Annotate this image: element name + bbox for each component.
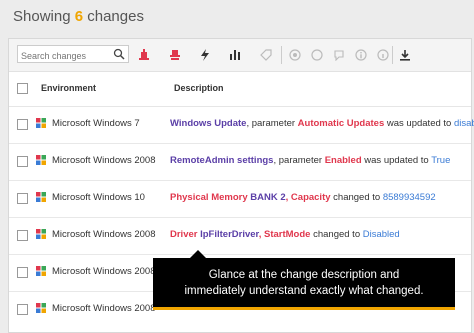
tooltip-line-1: Glance at the change description and bbox=[208, 269, 400, 281]
table-header: Environment Description bbox=[9, 72, 471, 107]
environment-cell: Microsoft Windows 2008 bbox=[52, 229, 156, 240]
search-icon[interactable] bbox=[113, 48, 125, 60]
user-change-icon[interactable] bbox=[167, 47, 183, 63]
table-row[interactable]: Microsoft Windows 7 Windows Update, para… bbox=[9, 107, 474, 144]
windows-icon bbox=[36, 192, 46, 202]
feature-tooltip: Glance at the change description and imm… bbox=[153, 258, 455, 310]
description-cell: Physical Memory BANK 2, Capacity changed… bbox=[170, 192, 436, 203]
comment-icon[interactable] bbox=[331, 47, 347, 63]
table-row[interactable]: Microsoft Windows 2008 RemoteAdmin setti… bbox=[9, 144, 471, 181]
select-all-checkbox[interactable] bbox=[17, 83, 28, 94]
object-name: Physical Memory bbox=[170, 192, 248, 203]
parameter-name: , StartMode bbox=[258, 229, 311, 240]
changes-count-title: Showing 6 changes bbox=[13, 8, 144, 25]
new-value: disabled bbox=[453, 118, 474, 129]
desc-text: , parameter bbox=[246, 118, 298, 129]
environment-cell: Microsoft Windows 2008 bbox=[52, 303, 156, 314]
row-checkbox[interactable] bbox=[17, 304, 28, 315]
desc-text: changed to bbox=[310, 229, 363, 240]
object-sub: IpFilterDriver bbox=[197, 229, 259, 240]
page-header: Showing 6 changes bbox=[0, 0, 474, 38]
windows-icon bbox=[36, 229, 46, 239]
download-icon[interactable] bbox=[397, 47, 413, 63]
title-suffix: changes bbox=[87, 8, 144, 25]
environment-cell: Microsoft Windows 7 bbox=[52, 118, 140, 129]
object-name: RemoteAdmin settings bbox=[170, 155, 274, 166]
info-icon[interactable] bbox=[375, 47, 391, 63]
environment-cell: Microsoft Windows 10 bbox=[52, 192, 145, 203]
help-icon[interactable] bbox=[353, 47, 369, 63]
bar-chart-icon[interactable] bbox=[227, 47, 243, 63]
row-checkbox[interactable] bbox=[17, 156, 28, 167]
environment-cell: Microsoft Windows 2008 bbox=[52, 155, 156, 166]
windows-icon bbox=[36, 303, 46, 313]
windows-icon bbox=[36, 155, 46, 165]
toolbar bbox=[9, 39, 471, 72]
table-row[interactable]: Microsoft Windows 2008 Driver IpFilterDr… bbox=[9, 218, 471, 255]
desc-text: changed to bbox=[330, 192, 383, 203]
change-count: 6 bbox=[74, 8, 84, 25]
row-checkbox[interactable] bbox=[17, 119, 28, 130]
description-cell: Windows Update, parameter Automatic Upda… bbox=[170, 118, 474, 129]
description-cell: RemoteAdmin settings, parameter Enabled … bbox=[170, 155, 450, 166]
add-change-icon[interactable] bbox=[136, 47, 152, 63]
object-name: Driver bbox=[170, 229, 198, 240]
lightning-icon[interactable] bbox=[197, 47, 213, 63]
title-prefix: Showing bbox=[13, 8, 71, 25]
new-value: Disabled bbox=[362, 229, 400, 240]
toolbar-divider-2 bbox=[392, 46, 393, 64]
tag-icon[interactable] bbox=[258, 47, 274, 63]
tooltip-arrow bbox=[190, 250, 206, 258]
row-checkbox[interactable] bbox=[17, 230, 28, 241]
new-value: True bbox=[431, 155, 451, 166]
parameter-name: Automatic Updates bbox=[297, 118, 385, 129]
windows-icon bbox=[36, 118, 46, 128]
status-icon-2[interactable] bbox=[309, 47, 325, 63]
tooltip-line-2: immediately understand exactly what chan… bbox=[184, 285, 424, 297]
toolbar-divider bbox=[281, 46, 282, 64]
desc-text: , parameter bbox=[273, 155, 325, 166]
object-sub: BANK 2 bbox=[247, 192, 286, 203]
search-input[interactable] bbox=[18, 48, 112, 64]
parameter-name: Enabled bbox=[324, 155, 362, 166]
row-checkbox[interactable] bbox=[17, 193, 28, 204]
desc-text: was updated to bbox=[384, 118, 454, 129]
new-value: 8589934592 bbox=[382, 192, 436, 203]
column-description[interactable]: Description bbox=[174, 83, 224, 93]
desc-text: was updated to bbox=[361, 155, 432, 166]
status-icon-1[interactable] bbox=[287, 47, 303, 63]
environment-cell: Microsoft Windows 2008 bbox=[52, 266, 156, 277]
table-row[interactable]: Microsoft Windows 10 Physical Memory BAN… bbox=[9, 181, 471, 218]
search-box[interactable] bbox=[17, 45, 129, 64]
object-name: Windows Update bbox=[170, 118, 247, 129]
row-checkbox[interactable] bbox=[17, 267, 28, 278]
description-cell: Driver IpFilterDriver, StartMode changed… bbox=[170, 229, 400, 240]
column-environment[interactable]: Environment bbox=[41, 83, 96, 93]
parameter-name: , Capacity bbox=[285, 192, 331, 203]
windows-icon bbox=[36, 266, 46, 276]
